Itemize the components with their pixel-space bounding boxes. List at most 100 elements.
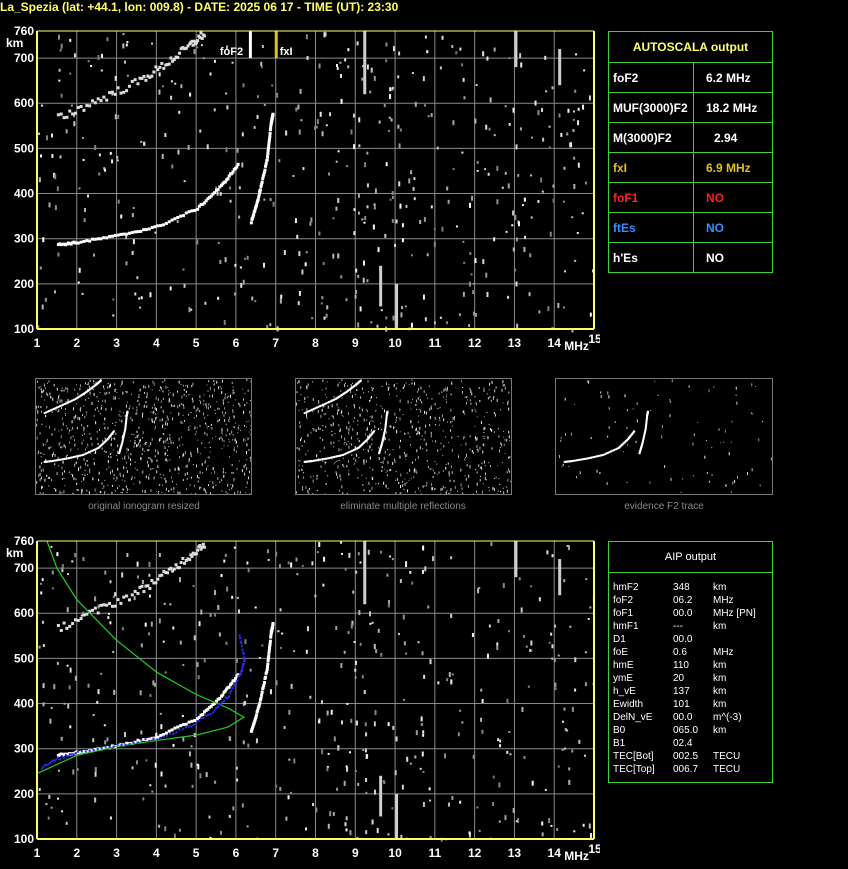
noise-point: [515, 144, 518, 150]
noise-point: [42, 644, 45, 648]
noise-point: [131, 766, 134, 770]
thumb-noise: [186, 464, 188, 468]
noise-point: [461, 63, 464, 67]
noise-point: [450, 556, 453, 560]
thumb-noise: [346, 385, 348, 387]
noise-point: [469, 251, 472, 255]
noise-point: [353, 144, 356, 150]
thumb-noise: [153, 382, 155, 386]
thumb-noise: [734, 479, 736, 483]
thumb-noise: [378, 447, 380, 449]
thumb-noise: [67, 391, 69, 393]
noise-point: [109, 621, 112, 625]
autoscala-key: fxI: [613, 161, 628, 175]
thumb-noise: [110, 407, 112, 411]
thumb-noise: [103, 388, 105, 390]
thumb-noise: [41, 395, 43, 398]
thumb-noise: [245, 486, 247, 488]
thumb-noise: [371, 449, 373, 451]
x-tick-label: 9: [352, 846, 359, 860]
noise-point: [54, 174, 57, 180]
thumb-noise: [465, 456, 467, 458]
thumb-noise: [296, 391, 298, 394]
noise-point: [97, 689, 100, 695]
thumb-noise: [45, 414, 47, 417]
thumb-noise: [61, 466, 63, 470]
thumb-noise: [395, 387, 397, 390]
thumb-noise: [43, 389, 45, 392]
noise-point: [315, 807, 318, 813]
noise-point: [352, 113, 355, 118]
thumb-noise: [476, 437, 478, 441]
thumb-noise: [443, 445, 445, 448]
thumb-noise: [437, 407, 439, 409]
x-tick-label: 14: [548, 846, 562, 860]
thumb-noise: [475, 403, 477, 406]
noise-point: [160, 724, 163, 730]
thumb-noise: [465, 402, 467, 405]
trace-point: [110, 234, 114, 238]
trace-point: [105, 236, 109, 240]
noise-point: [236, 596, 239, 599]
noise-point: [306, 626, 309, 632]
thumb-noise: [83, 426, 85, 430]
x-tick-label: 8: [312, 846, 319, 860]
noise-point: [384, 233, 387, 238]
noise-point: [138, 297, 141, 300]
thumb-noise: [497, 490, 499, 492]
trace-point: [268, 646, 272, 650]
noise-point: [87, 60, 90, 63]
thumb-noise: [215, 436, 217, 438]
thumb-noise: [430, 405, 432, 409]
fitted-trace-point: [240, 645, 243, 648]
noise-point: [190, 308, 193, 311]
thumb-noise: [156, 459, 158, 462]
thumb-noise: [302, 485, 304, 489]
fitted-trace-point: [241, 668, 244, 671]
noise-point: [496, 165, 499, 171]
noise-point: [148, 561, 151, 567]
noise-point: [321, 131, 324, 137]
thumb-noise: [466, 464, 468, 467]
noise-point: [566, 544, 569, 547]
thumb-noise: [63, 389, 65, 392]
thumb-noise: [461, 487, 463, 490]
thumb-noise: [338, 424, 340, 427]
thumb-noise: [501, 443, 503, 447]
noise-point: [370, 67, 373, 73]
thumb-noise: [365, 477, 367, 479]
aip-cell: ymE: [613, 673, 633, 684]
noise-point: [92, 738, 95, 743]
thumb-noise: [688, 385, 690, 388]
thumb-noise: [211, 394, 213, 398]
noise-point: [287, 561, 290, 565]
thumb-noise: [48, 476, 50, 479]
thumb-noise: [178, 437, 180, 441]
thumb-noise: [199, 424, 201, 427]
noise-point: [549, 231, 552, 237]
thumb-noise: [228, 439, 230, 441]
thumb-noise: [77, 457, 79, 460]
thumb-noise: [657, 394, 659, 396]
thumb-noise: [464, 458, 466, 461]
thumb-noise: [93, 380, 95, 383]
noise-point: [489, 97, 492, 103]
noise-point: [69, 72, 72, 75]
autoscala-panel: AUTOSCALA output foF2 6.2 MHz MUF(3000)F2 1…: [608, 31, 773, 273]
thumb-noise: [132, 381, 134, 384]
noise-point: [150, 621, 153, 627]
noise-point: [124, 60, 127, 64]
thumb-noise: [233, 446, 235, 448]
thumb-noise: [384, 436, 386, 440]
noise-point: [39, 266, 42, 270]
noise-point: [390, 118, 393, 122]
noise-point: [422, 771, 425, 774]
thumb-noise: [574, 403, 576, 405]
thumb-noise: [148, 456, 150, 459]
noise-point: [514, 268, 517, 272]
fitted-trace-point: [68, 753, 71, 756]
noise-point: [366, 64, 369, 70]
trace-point: [265, 158, 269, 162]
noise-point: [235, 766, 238, 770]
noise-point: [451, 44, 454, 48]
